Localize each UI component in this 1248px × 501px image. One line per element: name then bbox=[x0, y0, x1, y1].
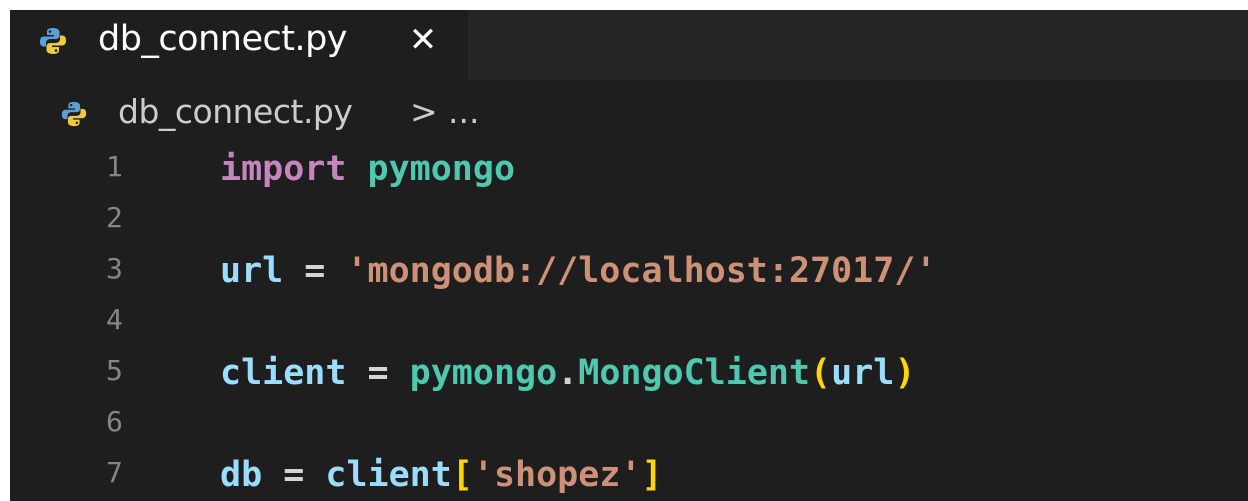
line-number: 1 bbox=[106, 150, 123, 183]
variable-token: url bbox=[831, 353, 895, 393]
bracket-open-token: [ bbox=[451, 455, 473, 495]
code-text: client = pymongo.MongoClient(url) bbox=[220, 348, 915, 399]
code-text: url = 'mongodb://localhost:27017/' bbox=[220, 246, 936, 297]
dot-token: . bbox=[557, 353, 579, 393]
operator-token: = bbox=[262, 455, 326, 495]
code-line-6[interactable]: 6 bbox=[10, 399, 1248, 450]
code-line-3[interactable]: 3 url = 'mongodb://localhost:27017/' bbox=[10, 246, 1248, 297]
line-number: 2 bbox=[106, 201, 123, 234]
code-text: db = client['shopez'] bbox=[220, 450, 663, 501]
breadcrumb: db_connect.py > ... bbox=[10, 82, 1248, 142]
operator-token: = bbox=[346, 353, 410, 393]
editor-window: db_connect.py ✕ db_connect.py > ... 1 im… bbox=[10, 10, 1248, 501]
module-token: pymongo bbox=[409, 353, 558, 393]
paren-open-token: ( bbox=[810, 353, 832, 393]
keyword-token: import bbox=[220, 149, 347, 189]
variable-token: db bbox=[220, 455, 263, 495]
tab-db-connect[interactable]: db_connect.py ✕ bbox=[10, 10, 468, 80]
tab-label: db_connect.py bbox=[98, 19, 348, 59]
paren-close-token: ) bbox=[894, 353, 916, 393]
line-number: 3 bbox=[106, 252, 123, 285]
operator-token: = bbox=[283, 251, 347, 291]
code-line-5[interactable]: 5 client = pymongo.MongoClient(url) bbox=[10, 348, 1248, 399]
chevron-right-icon: > bbox=[410, 92, 438, 131]
line-number: 5 bbox=[106, 354, 123, 387]
python-icon bbox=[40, 28, 66, 54]
module-token: pymongo bbox=[367, 149, 516, 189]
bracket-close-token: ] bbox=[641, 455, 663, 495]
variable-token: client bbox=[325, 455, 452, 495]
string-token: 'shopez' bbox=[472, 455, 642, 495]
close-icon[interactable]: ✕ bbox=[403, 20, 443, 60]
variable-token: client bbox=[220, 353, 347, 393]
variable-token: url bbox=[220, 251, 284, 291]
code-editor[interactable]: 1 import pymongo 2 3 url = 'mongodb://lo… bbox=[10, 144, 1248, 501]
code-line-7[interactable]: 7 db = client['shopez'] bbox=[10, 450, 1248, 501]
line-number: 7 bbox=[106, 456, 123, 489]
code-text: import pymongo bbox=[220, 144, 515, 195]
code-line-4[interactable]: 4 bbox=[10, 297, 1248, 348]
line-number: 4 bbox=[106, 303, 123, 336]
python-icon bbox=[61, 101, 87, 127]
breadcrumb-file[interactable]: db_connect.py bbox=[118, 92, 353, 131]
class-token: MongoClient bbox=[578, 353, 811, 393]
code-line-1[interactable]: 1 import pymongo bbox=[10, 144, 1248, 195]
string-token: 'mongodb://localhost:27017/' bbox=[346, 251, 937, 291]
code-line-2[interactable]: 2 bbox=[10, 195, 1248, 246]
line-number: 6 bbox=[106, 405, 123, 438]
tab-bar: db_connect.py ✕ bbox=[10, 10, 1248, 80]
breadcrumb-symbols[interactable]: ... bbox=[448, 92, 479, 131]
